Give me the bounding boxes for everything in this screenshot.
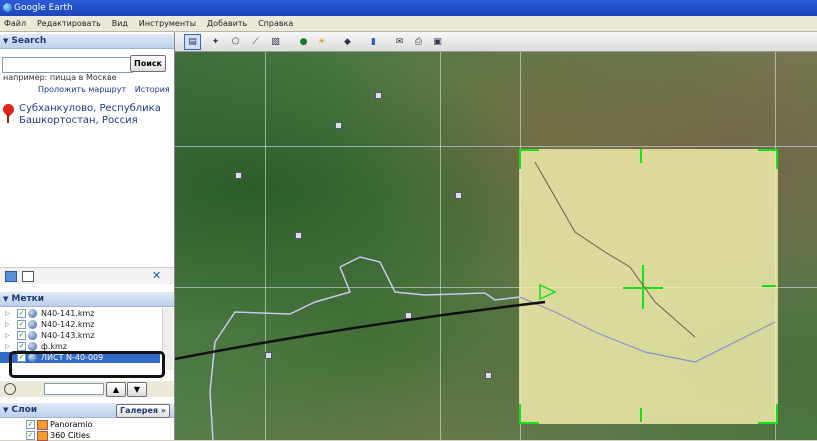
menu-tools[interactable]: Инструменты — [135, 16, 200, 31]
menu-help[interactable]: Справка — [254, 16, 297, 31]
menu-file[interactable]: Файл — [0, 16, 30, 31]
menu-add[interactable]: Добавить — [203, 16, 251, 31]
search-panel-header[interactable]: ▼ Search — [0, 34, 174, 49]
directions-link[interactable]: Проложить маршрут — [38, 85, 126, 94]
polygon-icon[interactable]: ⬠ — [227, 34, 244, 50]
layer-item[interactable]: ✓ 360 Cities — [0, 430, 170, 441]
ruler-icon[interactable]: ▮ — [365, 34, 382, 50]
gallery-button[interactable]: Галерея » — [115, 404, 170, 418]
expand-arrow-icon[interactable]: ▷ — [5, 308, 10, 319]
search-hint: например: пицца в Москве — [3, 73, 117, 82]
title-bar: Google Earth — [0, 0, 817, 16]
save-image-icon[interactable]: ▣ — [429, 34, 446, 50]
list-item[interactable]: ▷ ✓ N40-141.kmz — [0, 308, 160, 319]
record-tour-icon[interactable]: ● — [295, 34, 312, 50]
kmz-file-icon — [28, 331, 37, 340]
callout-highlight — [9, 351, 165, 378]
checkbox[interactable]: ✓ — [26, 420, 35, 429]
path-icon[interactable]: ⟋ — [247, 34, 264, 50]
kmz-file-icon — [28, 309, 37, 318]
expand-arrow-icon[interactable]: ▷ — [5, 341, 10, 352]
checkbox[interactable]: ✓ — [26, 431, 35, 440]
search-links: Проложить маршрут История — [38, 85, 176, 94]
map-toolbar: ▤ ✦ ⬠ ⟋ ▧ ● ☀ ◆ ▮ ✉ ⎙ ▣ — [175, 32, 817, 52]
checkbox[interactable]: ✓ — [17, 342, 26, 351]
panoramio-icon — [37, 420, 48, 430]
menu-edit[interactable]: Редактировать — [33, 16, 105, 31]
collapse-triangle-icon: ▼ — [3, 295, 9, 303]
map-view[interactable] — [175, 52, 817, 440]
boundary-line — [339, 256, 521, 301]
places-search-input[interactable] — [44, 383, 104, 395]
kmz-file-icon — [28, 320, 37, 329]
places-search-row: ▲ ▼ — [0, 381, 174, 397]
river-line — [519, 296, 776, 363]
places-panel-header[interactable]: ▼ Метки — [0, 292, 174, 307]
email-icon[interactable]: ✉ — [391, 34, 408, 50]
close-icon[interactable]: ✕ — [152, 269, 161, 282]
overlay-rotate-handle[interactable] — [539, 283, 557, 301]
menu-view[interactable]: Вид — [108, 16, 132, 31]
collapse-triangle-icon: ▼ — [3, 37, 9, 45]
map-lines — [175, 161, 776, 440]
image-overlay-icon[interactable]: ▧ — [267, 34, 284, 50]
list-item[interactable]: ▷ ✓ N40-142.kmz — [0, 319, 160, 330]
checkbox[interactable]: ✓ — [17, 309, 26, 318]
add-folder-icon[interactable] — [5, 271, 17, 282]
google-earth-icon — [3, 3, 12, 12]
sidebar-toggle-icon[interactable]: ▤ — [184, 34, 201, 50]
kmz-file-icon — [28, 342, 37, 351]
planets-icon[interactable]: ◆ — [339, 34, 356, 50]
list-item[interactable]: ▷ ✓ N40-143.kmz — [0, 330, 160, 341]
arrow-up-button[interactable]: ▲ — [106, 382, 126, 397]
boundary-line — [209, 266, 352, 440]
window-title: Google Earth — [14, 3, 73, 13]
collapse-triangle-icon: ▼ — [3, 406, 9, 414]
road-line — [534, 161, 696, 338]
layers-panel-header[interactable]: ▼ Слои Галерея » — [0, 403, 174, 418]
history-link[interactable]: История — [135, 85, 170, 94]
add-content-icon[interactable] — [22, 271, 34, 282]
search-button[interactable]: Поиск — [130, 55, 166, 72]
print-icon[interactable]: ⎙ — [410, 34, 427, 50]
menu-bar: Файл Редактировать Вид Инструменты Добав… — [0, 16, 817, 32]
arrow-down-button[interactable]: ▼ — [127, 382, 147, 397]
search-result[interactable]: Субханкулово, Республика Башкортостан, Р… — [19, 103, 169, 127]
panel-tools: ✕ — [0, 267, 174, 284]
placemark-icon[interactable]: ✦ — [207, 34, 224, 50]
result-pin-stem — [7, 113, 9, 123]
callout-line — [175, 300, 546, 361]
layer-item[interactable]: ✓ Panoramio — [0, 419, 170, 430]
expand-arrow-icon[interactable]: ▷ — [5, 330, 10, 341]
search-input[interactable] — [2, 57, 133, 73]
search-icon[interactable] — [4, 383, 16, 395]
checkbox[interactable]: ✓ — [17, 320, 26, 329]
sun-icon[interactable]: ☀ — [313, 34, 330, 50]
expand-arrow-icon[interactable]: ▷ — [5, 319, 10, 330]
checkbox[interactable]: ✓ — [17, 331, 26, 340]
